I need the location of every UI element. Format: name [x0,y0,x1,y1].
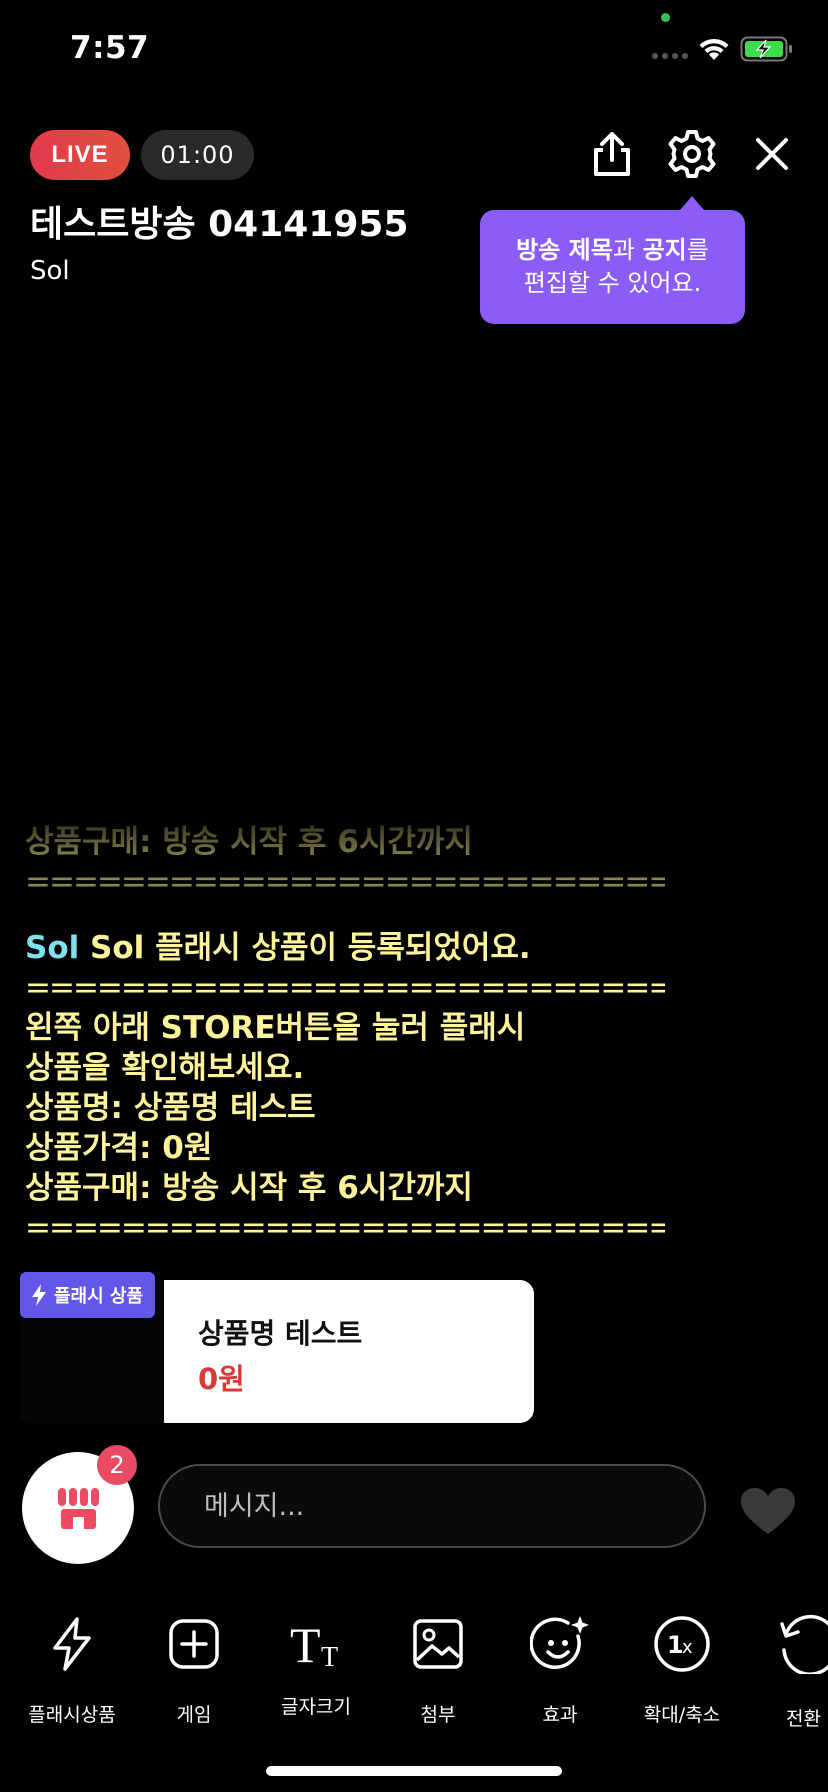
camera-in-use-indicator [661,13,670,22]
status-time: 7:57 [70,30,150,66]
toolbar-attach[interactable]: 첨부 [378,1612,498,1727]
host-name[interactable]: Sol [30,256,70,286]
text-size-icon: T T [284,1612,348,1676]
chat-message-line: 왼쪽 아래 STORE버튼을 눌러 플래시 [25,1010,526,1046]
share-icon[interactable] [582,124,642,184]
chat-username[interactable]: Sol [25,930,79,966]
svg-text:x: x [682,1637,693,1658]
image-icon [406,1612,470,1676]
toolbar-label: 전환 [786,1708,821,1730]
chat-message-line: 상품을 확인해보세요. [25,1050,305,1086]
edit-title-notice-tooltip[interactable]: 방송 제목과 공지를 편집할 수 있어요. [480,196,745,324]
tooltip-line-1: 방송 제목과 공지를 [516,236,709,264]
live-badge: LIVE [30,130,130,180]
flash-product-card[interactable]: 상품명 테스트 0원 [164,1280,534,1423]
chat-separator: ================================== [25,1210,665,1246]
close-icon[interactable] [742,124,802,184]
smile-sparkle-icon [528,1612,592,1676]
svg-text:T: T [321,1642,338,1670]
chat-feed[interactable]: 상품구매: 방송 시작 후 6시간까지 ====================… [0,800,828,1248]
toolbar-label: 게임 [176,1704,212,1726]
cellular-signal-icon [652,53,688,59]
product-price: 0원 [198,1362,245,1396]
toolbar-label: 플래시상품 [28,1704,116,1726]
zoom-1x-icon: 1 x [650,1612,714,1676]
wifi-icon [697,36,731,66]
toolbar-label: 효과 [542,1704,578,1726]
toolbar-label: 확대/축소 [643,1704,721,1726]
flash-product-tag: 플래시 상품 [20,1272,156,1318]
toolbar-effects[interactable]: 효과 [500,1612,620,1727]
svg-text:T: T [290,1618,321,1670]
toolbar-game[interactable]: 게임 [134,1612,254,1727]
message-input[interactable] [158,1464,706,1548]
chat-separator: ================================== [25,970,665,1006]
heart-icon[interactable] [739,1486,797,1536]
flash-tag-label: 플래시 상품 [54,1286,144,1307]
product-name: 상품명 테스트 [198,1317,363,1350]
chat-message-line: 상품가격: 0원 [25,1130,213,1166]
chat-message-line: 상품구매: 방송 시작 후 6시간까지 [25,824,473,860]
toolbar-label: 첨부 [420,1704,456,1726]
gear-icon[interactable] [662,124,722,184]
toolbar-text-size[interactable]: T T 글자크기 [256,1612,376,1719]
lightning-icon [40,1612,104,1676]
toolbar-zoom[interactable]: 1 x 확대/축소 [622,1612,742,1727]
broadcast-timer: 01:00 [141,130,254,180]
battery-charging-icon [740,36,794,66]
store-count-badge: 2 [97,1445,137,1485]
lightning-icon [32,1284,46,1306]
store-icon [58,1488,99,1529]
tooltip-line-2: 편집할 수 있어요. [523,269,702,297]
toolbar-label: 글자크기 [281,1696,351,1718]
live-broadcast-screen: 7:57 LIVE 01:00 테스트방송 04141955 Sol 방송 제목… [0,0,828,1792]
broadcast-title[interactable]: 테스트방송 04141955 [30,195,409,247]
toolbar-flash-product[interactable]: 플래시상품 [12,1612,132,1727]
rotate-camera-icon [772,1612,828,1676]
plus-square-icon [162,1612,226,1676]
chat-system-message: Sol Sol 플래시 상품이 등록되었어요. [25,930,531,966]
chat-separator: ================================== [25,864,665,900]
chat-message-line: 상품구매: 방송 시작 후 6시간까지 [25,1170,473,1206]
home-indicator[interactable] [266,1766,562,1776]
toolbar-switch-camera[interactable]: 전환 [744,1612,828,1731]
chat-message-line: 상품명: 상품명 테스트 [25,1090,316,1126]
